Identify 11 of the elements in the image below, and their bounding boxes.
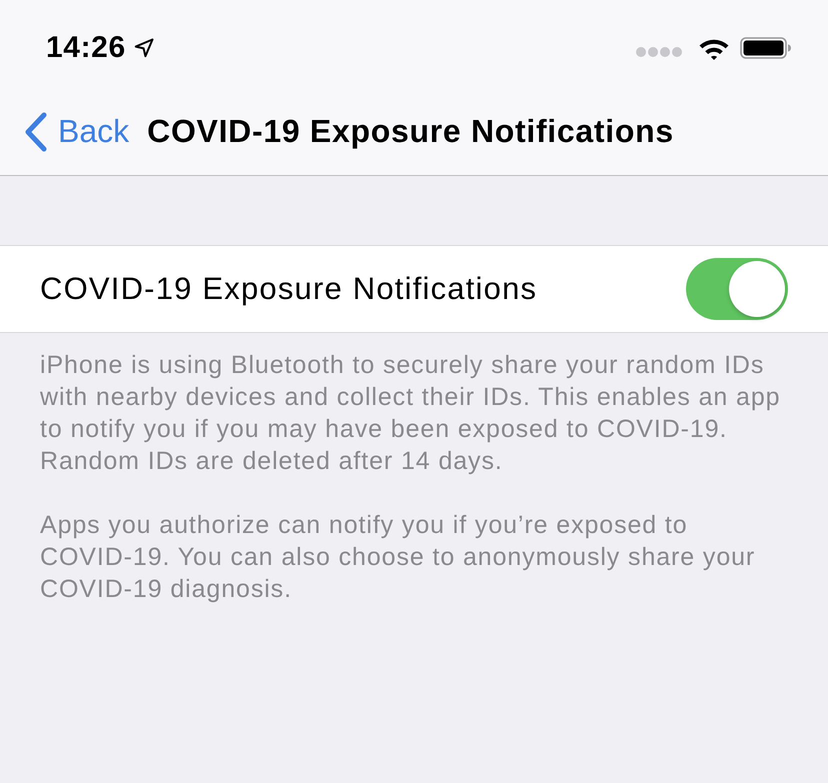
signal-dots-icon — [636, 47, 682, 57]
chevron-left-icon — [24, 112, 48, 152]
setting-label: COVID-19 Exposure Notifications — [40, 271, 538, 307]
footer-text: iPhone is using Bluetooth to securely share your random IDs with nearby devices and collect their IDs. This enables an app to notify you if you may have been exposed to COVID-19. Random IDs are deleted after 14 days. — [40, 350, 782, 477]
footer-text: Apps you authorize can notify you if you’re exposed to COVID-19. You can also choose to anonymously share your COVID-19 diagnosis. — [40, 510, 756, 605]
wifi-icon — [698, 36, 730, 60]
battery-icon — [740, 37, 792, 59]
location-arrow-icon — [134, 38, 154, 58]
page-title: COVID-19 Exposure Notifications — [147, 113, 674, 150]
back-button[interactable]: Back — [24, 112, 130, 152]
status-time: 14:26 — [46, 31, 126, 65]
